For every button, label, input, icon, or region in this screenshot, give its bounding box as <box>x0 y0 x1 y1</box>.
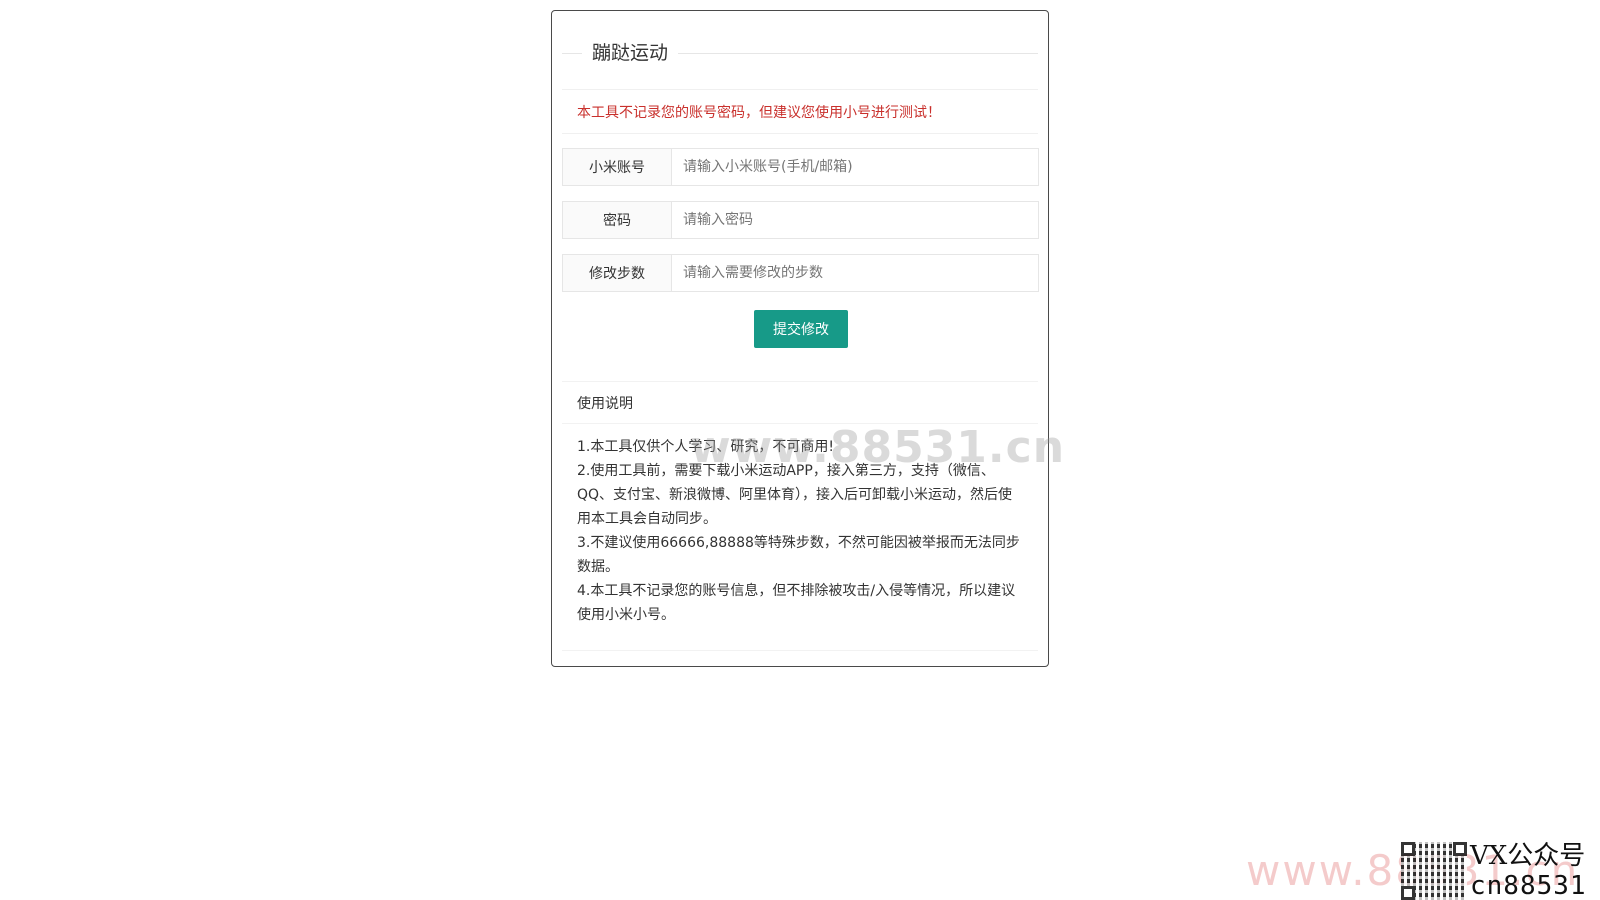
password-input[interactable] <box>672 202 1038 238</box>
steps-label: 修改步数 <box>563 255 672 291</box>
account-label: 小米账号 <box>563 149 672 185</box>
steps-input[interactable] <box>672 255 1038 291</box>
page-title: 蹦跶运动 <box>582 41 679 65</box>
qr-finder-icon <box>1401 842 1415 856</box>
instruction-item: 2.使用工具前，需要下载小米运动APP，接入第三方，支持（微信、QQ、支付宝、新… <box>577 463 1013 527</box>
warning-notice: 本工具不记录您的账号密码，但建议您使用小号进行测试！ <box>562 89 1038 134</box>
submit-button[interactable]: 提交修改 <box>754 310 848 348</box>
qr-finder-icon <box>1453 842 1467 856</box>
instructions-body: 1.本工具仅供个人学习、研究，不可商用! 2.使用工具前，需要下载小米运动APP… <box>562 424 1038 627</box>
password-row: 密码 <box>562 201 1039 239</box>
qr-code-icon <box>1401 842 1467 900</box>
vx-id: cn88531 <box>1470 871 1587 900</box>
password-label: 密码 <box>563 202 672 238</box>
qr-finder-icon <box>1401 886 1415 900</box>
form-card: 蹦跶运动 本工具不记录您的账号密码，但建议您使用小号进行测试！ 小米账号 密码 … <box>551 10 1049 667</box>
steps-row: 修改步数 <box>562 254 1039 292</box>
account-input[interactable] <box>672 149 1038 185</box>
instructions-title: 使用说明 <box>562 382 1038 424</box>
instruction-item: 3.不建议使用66666,88888等特殊步数，不然可能因被举报而无法同步数据。 <box>577 535 1020 575</box>
account-row: 小米账号 <box>562 148 1039 186</box>
instruction-item: 4.本工具不记录您的账号信息，但不排除被攻击/入侵等情况，所以建议使用小米小号。 <box>577 583 1016 623</box>
instructions-panel: 使用说明 1.本工具仅供个人学习、研究，不可商用! 2.使用工具前，需要下载小米… <box>562 381 1038 651</box>
instruction-item: 1.本工具仅供个人学习、研究，不可商用! <box>577 439 834 455</box>
vx-label: VX公众号 <box>1470 841 1586 871</box>
